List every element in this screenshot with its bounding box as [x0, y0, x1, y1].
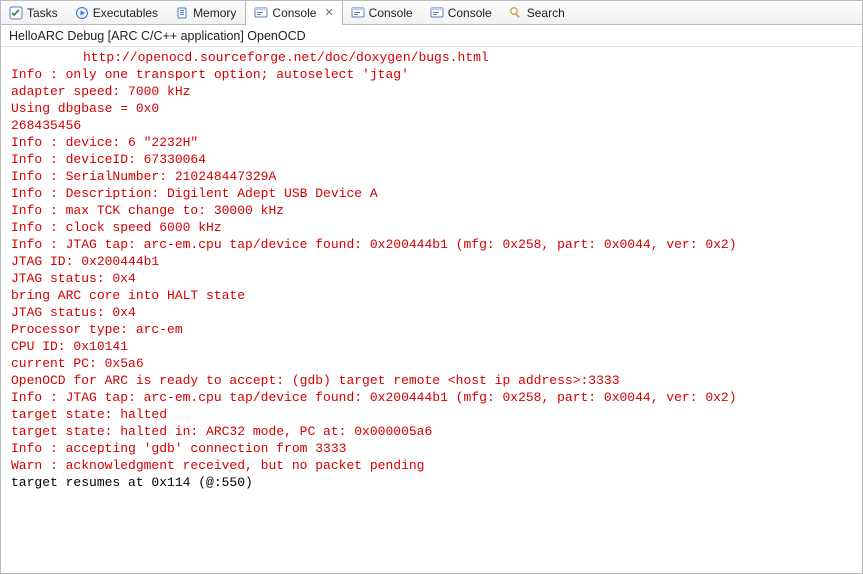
console-line: Info : JTAG tap: arc-em.cpu tap/device f…: [11, 389, 852, 406]
console-icon: [351, 6, 365, 20]
close-icon[interactable]: ✕: [324, 6, 333, 19]
tab-executables[interactable]: Executables: [67, 1, 167, 24]
console-line: Using dbgbase = 0x0: [11, 100, 852, 117]
console-line: JTAG status: 0x4: [11, 304, 852, 321]
tab-console-active[interactable]: Console ✕: [245, 1, 342, 24]
console-line: JTAG status: 0x4: [11, 270, 852, 287]
tab-tasks[interactable]: Tasks: [1, 1, 67, 24]
tab-label: Tasks: [27, 6, 58, 20]
console-icon: [430, 6, 444, 20]
executables-icon: [75, 6, 89, 20]
tab-search[interactable]: Search: [501, 1, 574, 24]
tab-label: Executables: [93, 6, 158, 20]
console-line: Info : accepting 'gdb' connection from 3…: [11, 440, 852, 457]
console-line: Info : SerialNumber: 210248447329A: [11, 168, 852, 185]
console-line: target state: halted: [11, 406, 852, 423]
console-launch-title: HelloARC Debug [ARC C/C++ application] O…: [1, 25, 862, 47]
console-line: target state: halted in: ARC32 mode, PC …: [11, 423, 852, 440]
console-line: Info : max TCK change to: 30000 kHz: [11, 202, 852, 219]
console-line: adapter speed: 7000 kHz: [11, 83, 852, 100]
console-line: http://openocd.sourceforge.net/doc/doxyg…: [11, 49, 852, 66]
view-tabbar: Tasks Executables Memory Console ✕ Conso…: [1, 1, 862, 25]
tab-label: Memory: [193, 6, 236, 20]
console-line: Info : deviceID: 67330064: [11, 151, 852, 168]
console-line: Info : Description: Digilent Adept USB D…: [11, 185, 852, 202]
console-line: Info : clock speed 6000 kHz: [11, 219, 852, 236]
tab-label: Search: [527, 6, 565, 20]
tab-console-2[interactable]: Console: [343, 1, 422, 24]
memory-icon: [175, 6, 189, 20]
console-line: JTAG ID: 0x200444b1: [11, 253, 852, 270]
console-line: Processor type: arc-em: [11, 321, 852, 338]
console-line: target resumes at 0x114 (@:550): [11, 474, 852, 491]
console-line: bring ARC core into HALT state: [11, 287, 852, 304]
tab-label: Console: [448, 6, 492, 20]
tab-console-3[interactable]: Console: [422, 1, 501, 24]
console-line: Info : only one transport option; autose…: [11, 66, 852, 83]
console-line: OpenOCD for ARC is ready to accept: (gdb…: [11, 372, 852, 389]
console-line: Warn : acknowledgment received, but no p…: [11, 457, 852, 474]
tab-memory[interactable]: Memory: [167, 1, 245, 24]
tab-label: Console: [369, 6, 413, 20]
console-icon: [254, 6, 268, 20]
console-line: CPU ID: 0x10141: [11, 338, 852, 355]
tasks-icon: [9, 6, 23, 20]
search-icon: [509, 6, 523, 20]
console-line: Info : device: 6 "2232H": [11, 134, 852, 151]
console-output[interactable]: http://openocd.sourceforge.net/doc/doxyg…: [1, 47, 862, 499]
tab-label: Console: [272, 6, 316, 20]
console-line: current PC: 0x5a6: [11, 355, 852, 372]
console-line: 268435456: [11, 117, 852, 134]
console-line: Info : JTAG tap: arc-em.cpu tap/device f…: [11, 236, 852, 253]
